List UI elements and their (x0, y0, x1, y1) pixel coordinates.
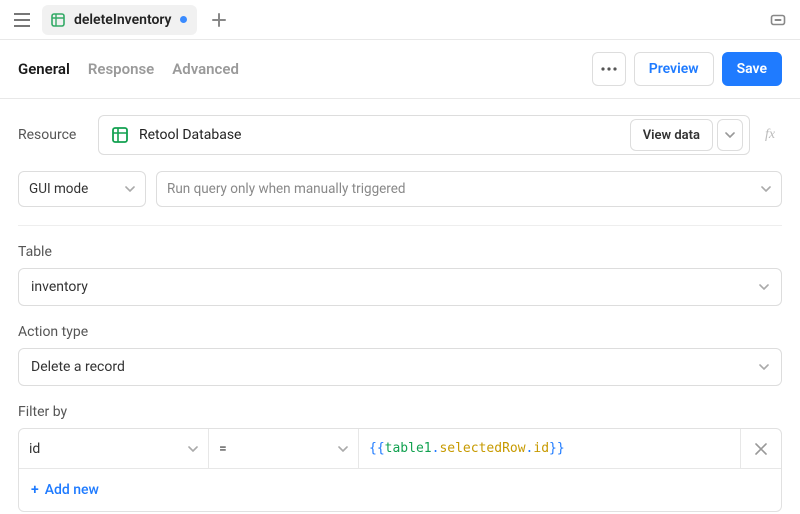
chevron-down-icon (125, 186, 135, 192)
tab-general[interactable]: General (18, 60, 70, 78)
tab-response[interactable]: Response (88, 60, 154, 78)
config-tabs: General Response Advanced (18, 60, 239, 78)
trigger-select-value: Run query only when manually triggered (167, 181, 761, 197)
mode-select[interactable]: GUI mode (18, 171, 146, 207)
filter-row: id = {{table1.selectedRow.id}} (19, 429, 781, 469)
more-menu-button[interactable] (592, 52, 626, 86)
action-type-label: Action type (18, 324, 782, 340)
chevron-down-icon (188, 446, 198, 452)
chevron-down-icon (759, 284, 769, 290)
add-filter-label: Add new (45, 482, 99, 498)
preview-button[interactable]: Preview (634, 52, 714, 86)
filter-operator-select[interactable]: = (209, 429, 359, 468)
add-filter-button[interactable]: + Add new (19, 469, 781, 511)
collapse-panel-button[interactable] (766, 8, 790, 32)
filter-by-label: Filter by (18, 404, 782, 420)
retool-db-icon (111, 126, 129, 144)
mode-select-value: GUI mode (29, 181, 125, 197)
fx-toggle[interactable]: fx (758, 127, 782, 143)
resource-label: Resource (18, 127, 90, 143)
sidebar-toggle[interactable] (10, 8, 34, 32)
chevron-down-icon (761, 186, 771, 192)
resource-select[interactable]: Retool Database View data (98, 115, 750, 155)
filter-value-input[interactable]: {{table1.selectedRow.id}} (359, 429, 741, 468)
unsaved-indicator (180, 16, 187, 23)
filter-operator-value: = (219, 441, 338, 457)
plus-icon: + (31, 482, 39, 498)
table-select-value: inventory (31, 279, 759, 295)
query-name: deleteInventory (74, 12, 172, 28)
table-select[interactable]: inventory (18, 268, 782, 306)
save-button[interactable]: Save (722, 52, 782, 86)
filter-row-delete[interactable] (741, 429, 781, 468)
database-icon (50, 12, 66, 28)
filter-table: id = {{table1.selectedRow.id}} + Add new (18, 428, 782, 512)
resource-name: Retool Database (139, 127, 630, 143)
new-query-button[interactable] (205, 6, 233, 34)
filter-column-select[interactable]: id (19, 429, 209, 468)
trigger-select[interactable]: Run query only when manually triggered (156, 171, 782, 207)
filter-column-value: id (29, 441, 188, 457)
resource-dropdown-toggle[interactable] (717, 119, 743, 151)
chevron-down-icon (338, 446, 348, 452)
action-type-value: Delete a record (31, 359, 759, 375)
action-type-select[interactable]: Delete a record (18, 348, 782, 386)
table-label: Table (18, 244, 782, 260)
query-tab[interactable]: deleteInventory (42, 5, 197, 35)
view-data-button[interactable]: View data (630, 119, 713, 151)
chevron-down-icon (759, 364, 769, 370)
tab-advanced[interactable]: Advanced (172, 60, 239, 78)
